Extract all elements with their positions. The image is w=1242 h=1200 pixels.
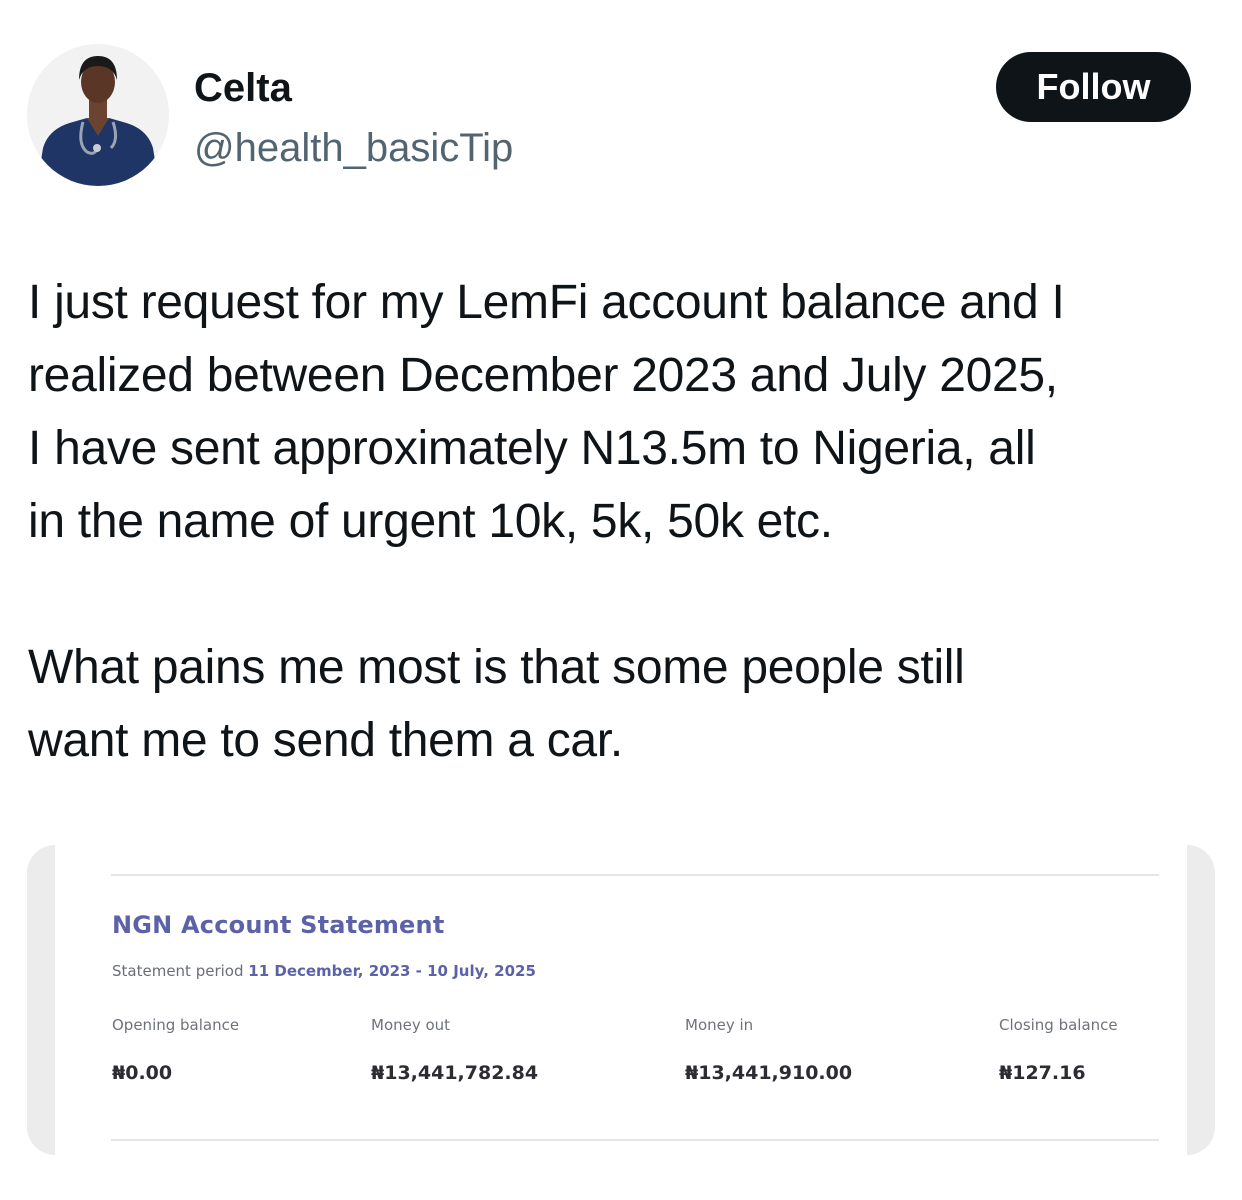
summary-money-in: Money in ₦13,441,910.00 [685,1016,852,1085]
statement-period: Statement period 11 December, 2023 - 10 … [112,962,536,980]
tweet-text: I just request for my LemFi account bala… [28,266,1228,777]
divider [111,874,1159,876]
author-display-name[interactable]: Celta [194,64,292,112]
avatar[interactable] [27,44,169,186]
author-handle[interactable]: @health_basicTip [194,124,513,172]
summary-label: Money in [685,1016,754,1034]
follow-button[interactable]: Follow [996,52,1191,122]
profile-photo-icon [27,44,169,186]
summary-value: ₦13,441,782.84 [371,1062,539,1084]
attached-image[interactable]: NGN Account Statement Statement period 1… [27,845,1215,1155]
tweet-paragraph: What pains me most is that some people s… [28,641,965,767]
summary-value: ₦127.16 [999,1062,1086,1084]
statement-period-range: 11 December, 2023 - 10 July, 2025 [248,962,536,980]
summary-value: ₦13,441,910.00 [685,1062,853,1084]
account-statement: NGN Account Statement Statement period 1… [55,845,1187,1155]
summary-value: ₦0.00 [112,1062,173,1084]
summary-label: Money out [371,1016,451,1034]
statement-title: NGN Account Statement [112,911,445,939]
summary-money-out: Money out ₦13,441,782.84 [371,1016,538,1085]
summary-closing-balance: Closing balance ₦127.16 [999,1016,1118,1085]
summary-opening-balance: Opening balance ₦0.00 [112,1016,239,1085]
divider [111,1139,1159,1141]
summary-label: Opening balance [112,1016,240,1034]
tweet-paragraph: I just request for my LemFi account bala… [28,276,1065,548]
statement-period-label: Statement period [112,962,244,980]
summary-label: Closing balance [999,1016,1118,1034]
